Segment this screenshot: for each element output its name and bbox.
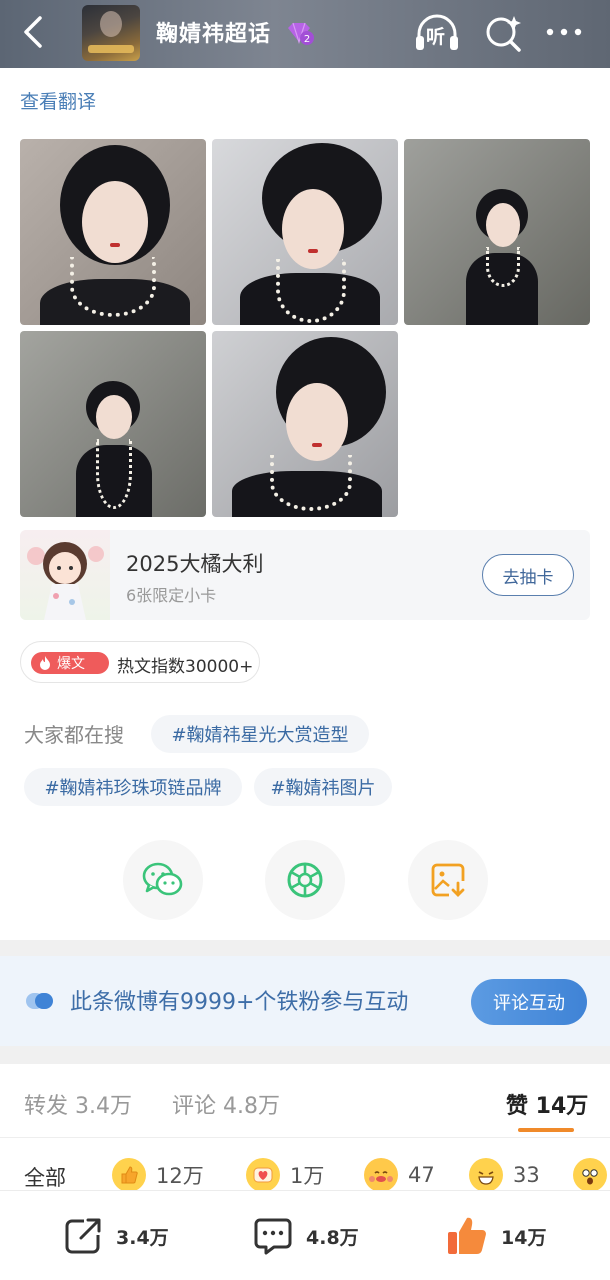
promo-title: 2025大橘大利 xyxy=(126,552,264,576)
post-photo[interactable] xyxy=(404,139,590,325)
share-moments-button[interactable] xyxy=(265,840,345,920)
laugh-emoji-icon xyxy=(469,1158,503,1192)
reaction-filter-item[interactable] xyxy=(573,1157,610,1193)
reaction-count: 12万 xyxy=(156,1164,204,1188)
hot-post-tag: 爆文 xyxy=(31,652,109,674)
hot-tag-label: 爆文 xyxy=(57,656,85,672)
reaction-count: 1万 xyxy=(290,1164,325,1188)
top-bar: 鞠婧祎超话 2 听 xyxy=(0,0,610,68)
flame-icon xyxy=(40,656,50,670)
hug-emoji-icon xyxy=(364,1158,398,1192)
tab-repost[interactable]: 转发 3.4万 xyxy=(24,1088,132,1120)
search-sparkle-icon xyxy=(486,16,521,52)
listen-button[interactable]: 听 xyxy=(414,12,460,54)
comment-interact-button[interactable]: 评论互动 xyxy=(471,979,587,1025)
reaction-filter-item[interactable]: 12万 xyxy=(112,1157,204,1193)
hot-index-text: 热文指数30000+ xyxy=(117,657,254,677)
topic-avatar[interactable] xyxy=(82,5,140,61)
moments-aperture-icon xyxy=(287,862,323,898)
surprised-emoji-icon xyxy=(573,1158,607,1192)
trending-search-label: 大家都在搜 xyxy=(24,723,124,747)
post-photo[interactable] xyxy=(20,139,206,325)
comment-bubble-icon xyxy=(254,1218,292,1255)
page-title[interactable]: 鞠婧祎超话 xyxy=(156,16,271,48)
listen-label: 听 xyxy=(426,26,446,48)
post-photo[interactable] xyxy=(212,139,398,325)
reaction-filter-all[interactable]: 全部 xyxy=(24,1162,66,1192)
search-chip[interactable]: #鞠婧祎星光大赏造型 xyxy=(151,715,369,753)
chevron-left-icon xyxy=(24,16,42,48)
reaction-filter-item[interactable]: 33 xyxy=(469,1157,540,1193)
fans-interaction-banner: 此条微博有9999+个铁粉参与互动 评论互动 xyxy=(0,956,610,1046)
heart-emoji-icon xyxy=(246,1158,280,1192)
repost-share-icon xyxy=(65,1218,101,1254)
more-dots-icon xyxy=(546,28,582,36)
thumbs-up-icon xyxy=(448,1217,486,1254)
fans-bubble-icon xyxy=(26,993,53,1009)
post-photo[interactable] xyxy=(212,331,398,517)
translate-link[interactable]: 查看翻译 xyxy=(20,87,96,114)
share-wechat-button[interactable] xyxy=(123,840,203,920)
section-divider xyxy=(0,940,610,956)
search-chip[interactable]: #鞠婧祎图片 xyxy=(254,768,392,806)
svg-text:2: 2 xyxy=(304,34,310,45)
chibi-card-thumbnail xyxy=(20,530,110,620)
wechat-icon xyxy=(142,862,183,896)
tab-divider xyxy=(0,1137,610,1138)
like-count: 14万 xyxy=(501,1226,547,1249)
diamond-level-icon: 2 xyxy=(288,22,314,45)
thumbs-up-emoji-icon xyxy=(112,1158,146,1192)
search-button[interactable] xyxy=(484,12,524,54)
fans-interaction-text: 此条微博有9999+个铁粉参与互动 xyxy=(70,990,409,1015)
reaction-count: 33 xyxy=(513,1163,540,1187)
draw-card-button[interactable]: 去抽卡 xyxy=(482,554,574,596)
comment-button[interactable]: 4.8万 xyxy=(252,1213,359,1259)
repost-count: 3.4万 xyxy=(116,1226,169,1249)
promo-card[interactable]: 2025大橘大利 6张限定小卡 去抽卡 xyxy=(20,530,590,620)
repost-button[interactable]: 3.4万 xyxy=(62,1213,169,1259)
reaction-count: 47 xyxy=(408,1163,435,1187)
save-image-button[interactable] xyxy=(408,840,488,920)
tab-like[interactable]: 赞 14万 xyxy=(506,1088,588,1120)
section-divider xyxy=(0,1046,610,1064)
active-tab-indicator xyxy=(518,1128,574,1132)
more-button[interactable] xyxy=(544,14,584,50)
like-button[interactable]: 14万 xyxy=(445,1213,546,1259)
comment-count: 4.8万 xyxy=(306,1226,359,1249)
search-chip[interactable]: #鞠婧祎珍珠项链品牌 xyxy=(24,768,242,806)
promo-subtitle: 6张限定小卡 xyxy=(126,586,217,605)
save-image-icon xyxy=(431,863,465,897)
hot-index-badge[interactable]: 爆文 热文指数30000+ xyxy=(20,641,260,683)
reaction-filter-item[interactable]: 47 xyxy=(364,1157,435,1193)
bottom-action-bar: 3.4万 4.8万 14万 xyxy=(0,1190,610,1280)
tab-comment[interactable]: 评论 4.8万 xyxy=(172,1088,280,1120)
back-button[interactable] xyxy=(16,14,50,50)
post-photo[interactable] xyxy=(20,331,206,517)
reaction-filter-item[interactable]: 1万 xyxy=(246,1157,324,1193)
